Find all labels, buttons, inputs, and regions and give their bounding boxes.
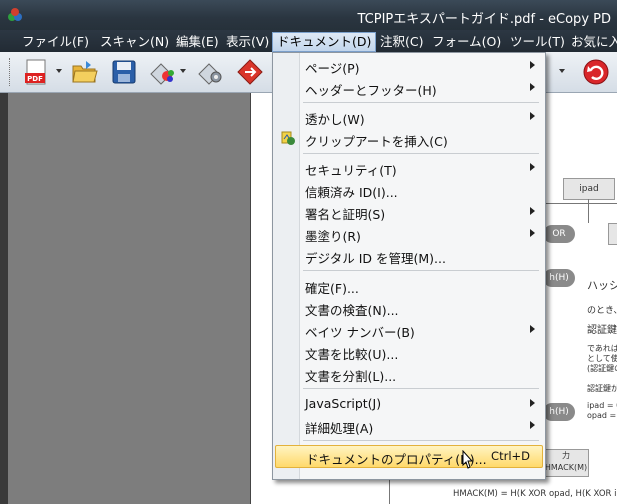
menu-item-label: 文書を分割(L)... xyxy=(305,369,397,384)
menu-item-label: 文書を比較(U)... xyxy=(305,347,399,362)
title-bar: TCPIPエキスパートガイド.pdf - eCopy PD xyxy=(0,0,617,30)
diagram-box-edge xyxy=(608,223,617,245)
menu-favorites[interactable]: お気に入 xyxy=(567,33,617,51)
submenu-arrow-icon xyxy=(530,421,535,429)
menu-item-label: 確定(F)... xyxy=(305,281,359,296)
menu-item-security[interactable]: セキュリティ(T) xyxy=(275,157,541,178)
menu-separator xyxy=(303,440,539,441)
menu-form[interactable]: フォーム(O) xyxy=(428,33,505,51)
menu-bar: ファイル(F) スキャン(N) 編集(E) 表示(V) ドキュメント(D) 注釈… xyxy=(0,30,617,52)
menu-item-document-properties[interactable]: ドキュメントのプロパティ(D)... Ctrl+D xyxy=(275,445,543,468)
diagram-line xyxy=(588,199,589,223)
diagram-box-hmac-label: HMACK(M) xyxy=(544,463,588,472)
submenu-arrow-icon xyxy=(530,325,535,333)
toolbar-grip[interactable] xyxy=(9,58,13,86)
submenu-arrow-icon xyxy=(530,163,535,171)
menu-item-shortcut: Ctrl+D xyxy=(491,449,530,463)
clipart-icon xyxy=(281,131,295,145)
diagram-pill-hash: h(H) xyxy=(543,269,575,287)
menu-scan[interactable]: スキャン(N) xyxy=(96,33,173,51)
color-palette-icon[interactable] xyxy=(148,58,176,86)
menu-separator xyxy=(303,102,539,103)
doc-text-ipad: ipad = 0x3 xyxy=(587,401,617,410)
menu-item-label: 文書の検査(N)... xyxy=(305,303,399,318)
menu-comment[interactable]: 注釈(C) xyxy=(376,33,427,51)
submenu-arrow-icon xyxy=(530,83,535,91)
menu-item-manage-digital-id[interactable]: デジタル ID を管理(M)... xyxy=(275,245,541,266)
diagram-pill-xor: OR xyxy=(543,225,575,243)
menu-separator xyxy=(303,388,539,389)
menu-document[interactable]: ドキュメント(D) xyxy=(272,32,377,52)
submenu-arrow-icon xyxy=(530,61,535,69)
menu-item-label: 署名と証明(S) xyxy=(305,207,386,222)
menu-separator xyxy=(303,153,539,154)
chevron-down-icon[interactable] xyxy=(559,69,565,73)
diagram-box-hmac-top: 力 xyxy=(562,451,570,460)
submenu-arrow-icon xyxy=(530,207,535,215)
menu-item-bates-number[interactable]: ベイツ ナンバー(B) xyxy=(275,319,541,340)
doc-text-notoki: のとき、 xyxy=(587,306,617,316)
menu-item-label: デジタル ID を管理(M)... xyxy=(305,251,446,266)
menu-item-label: ヘッダーとフッター(H) xyxy=(305,83,437,98)
pdf-create-icon[interactable]: PDF xyxy=(22,58,50,86)
doc-text-ninshokey: (認証鍵の xyxy=(587,364,617,373)
diagram-box-ipad: ipad xyxy=(563,178,615,200)
diagram-box-hmac: 力 HMACK(M) xyxy=(543,449,589,477)
document-menu-dropdown: ページ(P) ヘッダーとフッター(H) 透かし(W) クリップアートを挿入(C)… xyxy=(272,52,546,480)
save-disk-icon[interactable] xyxy=(110,58,138,86)
app-logo-icon xyxy=(8,8,22,21)
menu-item-label: 信頼済み ID(I)... xyxy=(305,185,398,200)
doc-formula: HMACK(M) = H(K XOR opad, H(K XOR ipad xyxy=(453,489,617,499)
menu-item-label: クリップアートを挿入(C) xyxy=(305,134,448,149)
undo-red-icon[interactable] xyxy=(582,58,610,86)
pdf-badge: PDF xyxy=(27,75,43,83)
menu-item-label: 墨塗り(R) xyxy=(305,229,361,244)
doc-text-opad: opad = 0x xyxy=(587,411,617,420)
open-folder-icon[interactable] xyxy=(70,58,98,86)
menu-item-label: 透かし(W) xyxy=(305,112,365,127)
chevron-down-icon[interactable] xyxy=(56,69,62,73)
settings-gear-icon[interactable] xyxy=(196,58,224,86)
diagram-pill-hash: h(H) xyxy=(543,403,575,421)
menu-item-javascript[interactable]: JavaScript(J) xyxy=(275,393,541,414)
mouse-cursor-icon xyxy=(462,450,474,469)
menu-item-label: JavaScript(J) xyxy=(305,396,382,411)
menu-file[interactable]: ファイル(F) xyxy=(18,33,93,51)
diagram-line xyxy=(539,203,617,204)
left-panel-strip[interactable] xyxy=(0,93,8,504)
submenu-arrow-icon xyxy=(530,112,535,120)
submenu-arrow-icon xyxy=(530,399,535,407)
doc-text-hash: ハッシ xyxy=(587,279,617,292)
menu-edit[interactable]: 編集(E) xyxy=(172,33,223,51)
chevron-down-icon[interactable] xyxy=(180,69,186,73)
menu-item-page[interactable]: ページ(P) xyxy=(275,55,541,76)
menu-item-trusted-id[interactable]: 信頼済み ID(I)... xyxy=(275,179,541,200)
menu-item-label: ベイツ ナンバー(B) xyxy=(305,325,415,340)
doc-text-ninshokaga: 認証鍵が鍵 xyxy=(587,384,617,393)
window-title: TCPIPエキスパートガイド.pdf - eCopy PD xyxy=(357,12,611,27)
menu-item-compare-documents[interactable]: 文書を比較(U)... xyxy=(275,341,541,362)
menu-tools[interactable]: ツール(T) xyxy=(506,33,569,51)
menu-item-redaction[interactable]: 墨塗り(R) xyxy=(275,223,541,244)
menu-item-finalize[interactable]: 確定(F)... xyxy=(275,275,541,296)
menu-item-split-document[interactable]: 文書を分割(L)... xyxy=(275,363,541,384)
menu-item-label: ページ(P) xyxy=(305,61,360,76)
menu-item-label: 詳細処理(A) xyxy=(305,421,374,436)
menu-view[interactable]: 表示(V) xyxy=(222,33,273,51)
menu-item-inspect-document[interactable]: 文書の検査(N)... xyxy=(275,297,541,318)
menu-item-insert-clipart[interactable]: クリップアートを挿入(C) xyxy=(275,128,541,149)
submenu-arrow-icon xyxy=(530,229,535,237)
menu-item-watermark[interactable]: 透かし(W) xyxy=(275,106,541,127)
menu-item-label: セキュリティ(T) xyxy=(305,163,397,178)
convert-red-icon[interactable] xyxy=(236,58,264,86)
menu-separator xyxy=(303,270,539,271)
doc-text-ninsho: 認証鍵の xyxy=(587,325,617,336)
menu-item-advanced-processing[interactable]: 詳細処理(A) xyxy=(275,415,541,436)
menu-item-sign-certify[interactable]: 署名と証明(S) xyxy=(275,201,541,222)
menu-item-header-footer[interactable]: ヘッダーとフッター(H) xyxy=(275,77,541,98)
